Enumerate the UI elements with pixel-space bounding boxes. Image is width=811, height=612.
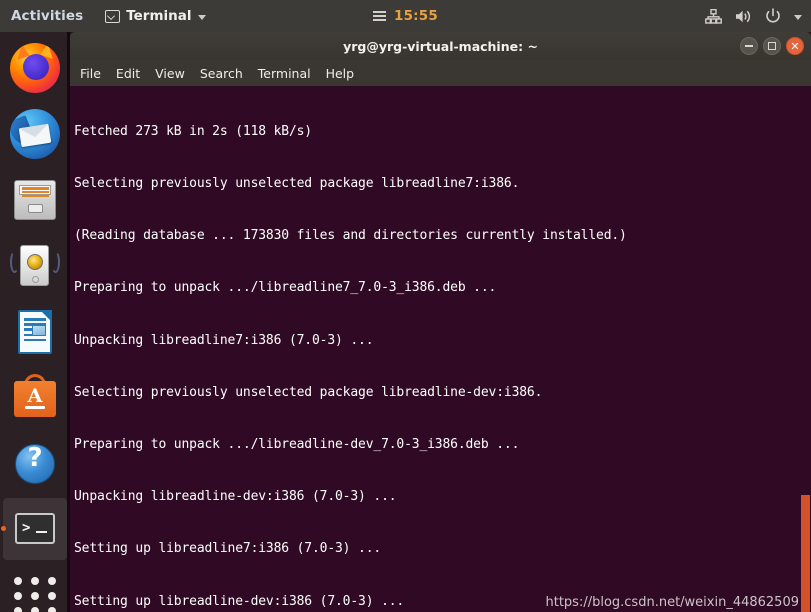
show-applications-button[interactable] [13, 577, 57, 612]
terminal-line: Selecting previously unselected package … [74, 384, 543, 400]
window-title: yrg@yrg-virtual-machine: ~ [343, 38, 538, 54]
terminal-line: Preparing to unpack .../libreadline-dev_… [74, 437, 520, 453]
terminal-icon: > [9, 503, 61, 555]
activities-button[interactable]: Activities [11, 8, 83, 24]
grid-dot [48, 607, 56, 612]
window-controls: ✕ [740, 37, 804, 55]
help-icon: ? [9, 438, 61, 490]
maximize-button[interactable] [763, 37, 781, 55]
volume-icon[interactable] [735, 9, 752, 24]
terminal-line: Setting up libreadline7:i386 (7.0-3) ... [74, 541, 382, 557]
system-status-area[interactable] [705, 8, 802, 24]
dock-item-firefox[interactable] [9, 42, 61, 94]
window-titlebar[interactable]: yrg@yrg-virtual-machine: ~ ✕ [70, 32, 811, 60]
dock-item-terminal[interactable]: > [9, 503, 61, 555]
hamburger-menu-icon[interactable] [373, 10, 386, 22]
dock-item-rhythmbox[interactable] [9, 240, 61, 292]
ubuntu-dock: A ? > [0, 32, 70, 612]
terminal-output-area[interactable]: Fetched 273 kB in 2s (118 kB/s) Selectin… [70, 86, 811, 612]
grid-dot [14, 607, 22, 612]
menu-file[interactable]: File [80, 66, 101, 81]
libreoffice-writer-icon [9, 306, 61, 358]
grid-dot [31, 607, 39, 612]
menu-bar: File Edit View Search Terminal Help [70, 60, 811, 86]
chevron-down-icon[interactable] [794, 14, 802, 20]
dock-item-help[interactable]: ? [9, 438, 61, 490]
terminal-line: Preparing to unpack .../libreadline7_7.0… [74, 280, 497, 296]
menu-search[interactable]: Search [200, 66, 243, 81]
close-button[interactable]: ✕ [786, 37, 804, 55]
grid-dot [31, 592, 39, 600]
dock-item-ubuntu-software[interactable]: A [9, 372, 61, 424]
dock-item-files[interactable] [9, 174, 61, 226]
thunderbird-icon [9, 109, 61, 161]
menu-terminal[interactable]: Terminal [258, 66, 311, 81]
terminal-window: yrg@yrg-virtual-machine: ~ ✕ File Edit V… [70, 32, 811, 612]
watermark-text: https://blog.csdn.net/weixin_44862509 [545, 595, 799, 610]
grid-dot [48, 577, 56, 585]
rhythmbox-icon [9, 240, 61, 292]
terminal-text: Fetched 273 kB in 2s (118 kB/s) Selectin… [74, 88, 799, 612]
grid-dot [14, 592, 22, 600]
grid-dot [48, 592, 56, 600]
chevron-down-icon [197, 14, 206, 20]
menu-help[interactable]: Help [326, 66, 355, 81]
gnome-top-bar: Activities Terminal 15:55 [0, 0, 811, 32]
clock-label[interactable]: 15:55 [394, 8, 438, 24]
terminal-line: (Reading database ... 173830 files and d… [74, 228, 627, 244]
app-menu-terminal[interactable]: Terminal [105, 8, 206, 24]
network-icon[interactable] [705, 8, 722, 24]
dock-item-thunderbird[interactable] [9, 108, 61, 160]
ubuntu-software-icon: A [9, 372, 61, 424]
terminal-line: Selecting previously unselected package … [74, 176, 520, 192]
firefox-icon [9, 43, 61, 95]
terminal-scrollbar-thumb[interactable] [801, 495, 810, 612]
app-menu-label: Terminal [126, 8, 192, 24]
desktop-screen: Activities Terminal 15:55 A ? > yrg@yrg-… [0, 0, 811, 612]
dock-item-libreoffice-writer[interactable] [9, 306, 61, 358]
grid-dot [14, 577, 22, 585]
terminal-line: Unpacking libreadline-dev:i386 (7.0-3) .… [74, 489, 397, 505]
maximize-icon [768, 42, 776, 50]
terminal-icon [105, 9, 121, 23]
minimize-icon [745, 45, 753, 47]
menu-view[interactable]: View [155, 66, 185, 81]
grid-dot [31, 577, 39, 585]
terminal-line: Fetched 273 kB in 2s (118 kB/s) [74, 123, 312, 139]
close-icon: ✕ [790, 39, 800, 53]
power-icon[interactable] [765, 8, 781, 24]
menu-edit[interactable]: Edit [116, 66, 140, 81]
terminal-line: Unpacking libreadline7:i386 (7.0-3) ... [74, 332, 374, 348]
minimize-button[interactable] [740, 37, 758, 55]
running-indicator-dot [1, 526, 6, 531]
files-icon [9, 174, 61, 226]
